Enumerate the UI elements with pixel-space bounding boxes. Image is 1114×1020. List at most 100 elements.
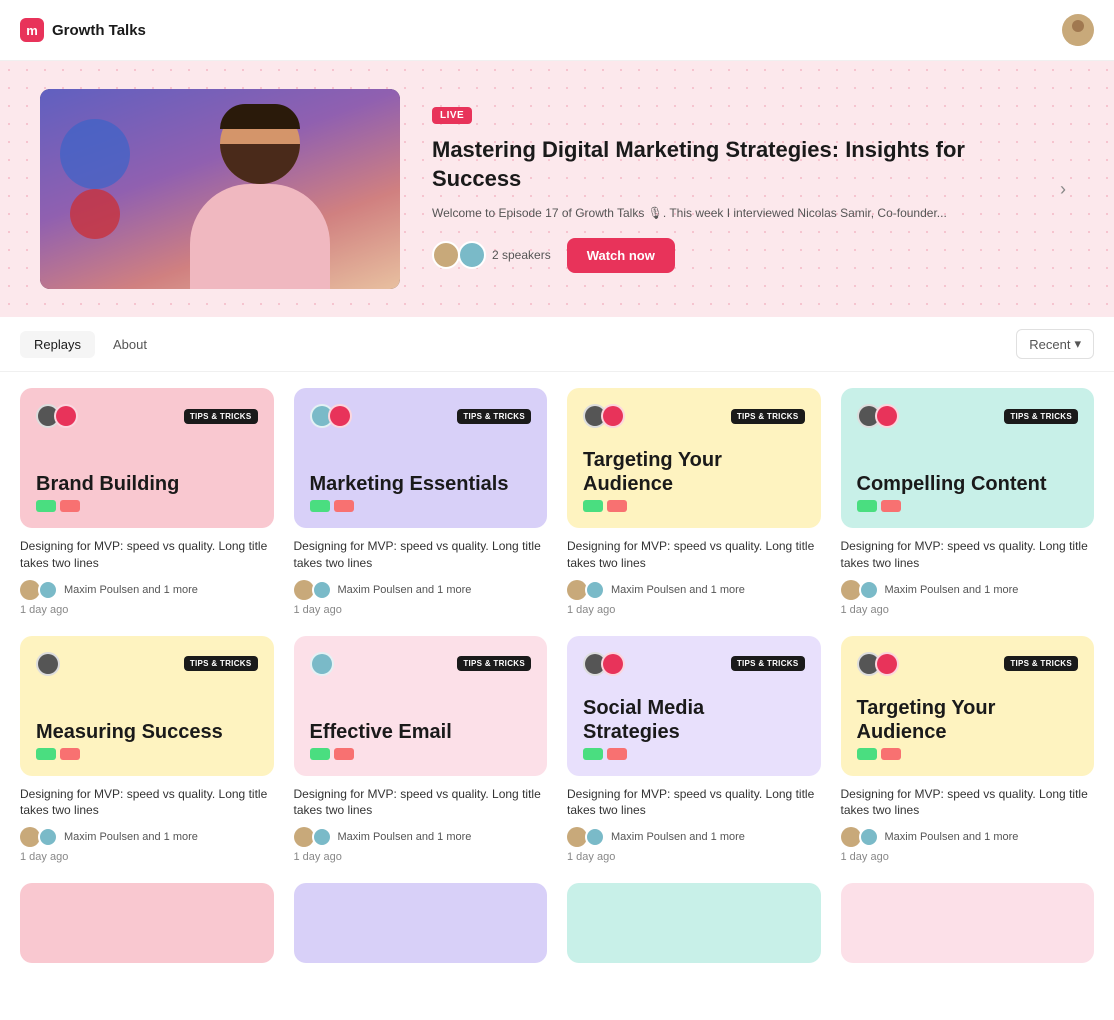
card-title: Targeting Your Audience (583, 448, 805, 496)
card-avatars (310, 652, 334, 676)
author-name: Maxim Poulsen and 1 more (611, 831, 745, 843)
user-avatar[interactable] (1062, 14, 1094, 46)
card-description: Designing for MVP: speed vs quality. Lon… (20, 786, 274, 820)
logo-icon: m (20, 18, 44, 42)
card-tag (60, 500, 80, 512)
tabs-left: Replays About (20, 331, 161, 358)
card-time: 1 day ago (567, 851, 821, 863)
card-title-area: Measuring Success (36, 720, 258, 760)
author-name: Maxim Poulsen and 1 more (611, 584, 745, 596)
card-tag (36, 748, 56, 760)
card-avatars (857, 652, 899, 676)
card-title-area: Social Media Strategies (583, 696, 805, 760)
live-badge: LIVE (432, 107, 472, 124)
card-tags (36, 500, 258, 512)
sort-label: Recent (1029, 337, 1070, 352)
card-time: 1 day ago (567, 604, 821, 616)
card-time: 1 day ago (294, 604, 548, 616)
card-time: 1 day ago (20, 851, 274, 863)
card[interactable]: TIPS & TRICKS Social Media Strategies De… (567, 636, 821, 864)
card-tags (857, 748, 1079, 760)
card-top: TIPS & TRICKS (857, 652, 1079, 676)
card-thumbnail: TIPS & TRICKS Brand Building (20, 388, 274, 528)
card-title: Brand Building (36, 472, 258, 496)
author-avatar-2 (312, 827, 332, 847)
hero-video[interactable] (40, 89, 400, 289)
grid-row-1: TIPS & TRICKS Brand Building Designing f… (20, 388, 1094, 616)
card-tag (60, 748, 80, 760)
hero-footer: 2 speakers Watch now (432, 238, 1020, 273)
card-title: Effective Email (310, 720, 532, 744)
author-avatar-1 (567, 827, 587, 847)
card-time: 1 day ago (841, 851, 1095, 863)
card-avatar-2 (875, 404, 899, 428)
tab-replays[interactable]: Replays (20, 331, 95, 358)
card-tags (310, 500, 532, 512)
card[interactable]: TIPS & TRICKS Targeting Your Audience De… (567, 388, 821, 616)
card-authors: Maxim Poulsen and 1 more (20, 827, 274, 847)
card-top: TIPS & TRICKS (857, 404, 1079, 428)
card-top: TIPS & TRICKS (583, 404, 805, 428)
card-tags (310, 748, 532, 760)
tab-about[interactable]: About (99, 331, 161, 358)
card[interactable]: TIPS & TRICKS Effective Email Designing … (294, 636, 548, 864)
tabs-row: Replays About Recent ▾ (0, 317, 1114, 372)
card[interactable]: TIPS & TRICKS Brand Building Designing f… (20, 388, 274, 616)
card-avatar-2 (875, 652, 899, 676)
card-avatars (583, 404, 625, 428)
card[interactable]: TIPS & TRICKS Targeting Your Audience De… (841, 636, 1095, 864)
card-description: Designing for MVP: speed vs quality. Lon… (294, 786, 548, 820)
card-avatars (36, 404, 78, 428)
speaker-avatar-1 (432, 241, 460, 269)
card-top: TIPS & TRICKS (310, 652, 532, 676)
card[interactable]: TIPS & TRICKS Compelling Content Designi… (841, 388, 1095, 616)
author-avatar-1 (841, 827, 861, 847)
app-title: Growth Talks (52, 22, 146, 39)
card-description: Designing for MVP: speed vs quality. Lon… (567, 538, 821, 572)
card-description: Designing for MVP: speed vs quality. Lon… (294, 538, 548, 572)
card-tag (310, 748, 330, 760)
card-tag (857, 748, 877, 760)
hero-description: Welcome to Episode 17 of Growth Talks 🎙.… (432, 204, 1020, 222)
card-tag (334, 500, 354, 512)
card[interactable] (20, 883, 274, 973)
author-name: Maxim Poulsen and 1 more (64, 584, 198, 596)
author-avatar-2 (38, 580, 58, 600)
card-avatar-1 (36, 652, 60, 676)
card-info: Designing for MVP: speed vs quality. Lon… (294, 538, 548, 616)
tips-badge: TIPS & TRICKS (184, 656, 258, 671)
hero-next-button[interactable]: › (1052, 171, 1074, 208)
card-top: TIPS & TRICKS (36, 404, 258, 428)
card-avatar-2 (601, 652, 625, 676)
chevron-down-icon: ▾ (1074, 336, 1081, 352)
tips-badge: TIPS & TRICKS (457, 656, 531, 671)
card-tag (881, 748, 901, 760)
card-tag (583, 500, 603, 512)
author-avatar-1 (20, 827, 40, 847)
card-info: Designing for MVP: speed vs quality. Lon… (567, 538, 821, 616)
card-tag (310, 500, 330, 512)
card-description: Designing for MVP: speed vs quality. Lon… (567, 786, 821, 820)
card[interactable] (294, 883, 548, 973)
speaker-avatar-2 (458, 241, 486, 269)
tips-badge: TIPS & TRICKS (731, 409, 805, 424)
card[interactable] (567, 883, 821, 973)
author-avatar-1 (294, 827, 314, 847)
sort-button[interactable]: Recent ▾ (1016, 329, 1094, 359)
card[interactable]: TIPS & TRICKS Marketing Essentials Desig… (294, 388, 548, 616)
author-avatar-1 (294, 580, 314, 600)
card-tag (607, 748, 627, 760)
watch-now-button[interactable]: Watch now (567, 238, 675, 273)
card[interactable]: TIPS & TRICKS Measuring Success Designin… (20, 636, 274, 864)
card-avatar-2 (328, 404, 352, 428)
card-title-area: Compelling Content (857, 472, 1079, 512)
card-tag (607, 500, 627, 512)
card-title-area: Effective Email (310, 720, 532, 760)
card-info: Designing for MVP: speed vs quality. Lon… (841, 538, 1095, 616)
grid-row-2: TIPS & TRICKS Measuring Success Designin… (20, 636, 1094, 864)
card[interactable] (841, 883, 1095, 973)
card-top: TIPS & TRICKS (583, 652, 805, 676)
card-title: Compelling Content (857, 472, 1079, 496)
author-avatar-1 (20, 580, 40, 600)
hero-section: LIVE Mastering Digital Marketing Strateg… (0, 61, 1114, 317)
